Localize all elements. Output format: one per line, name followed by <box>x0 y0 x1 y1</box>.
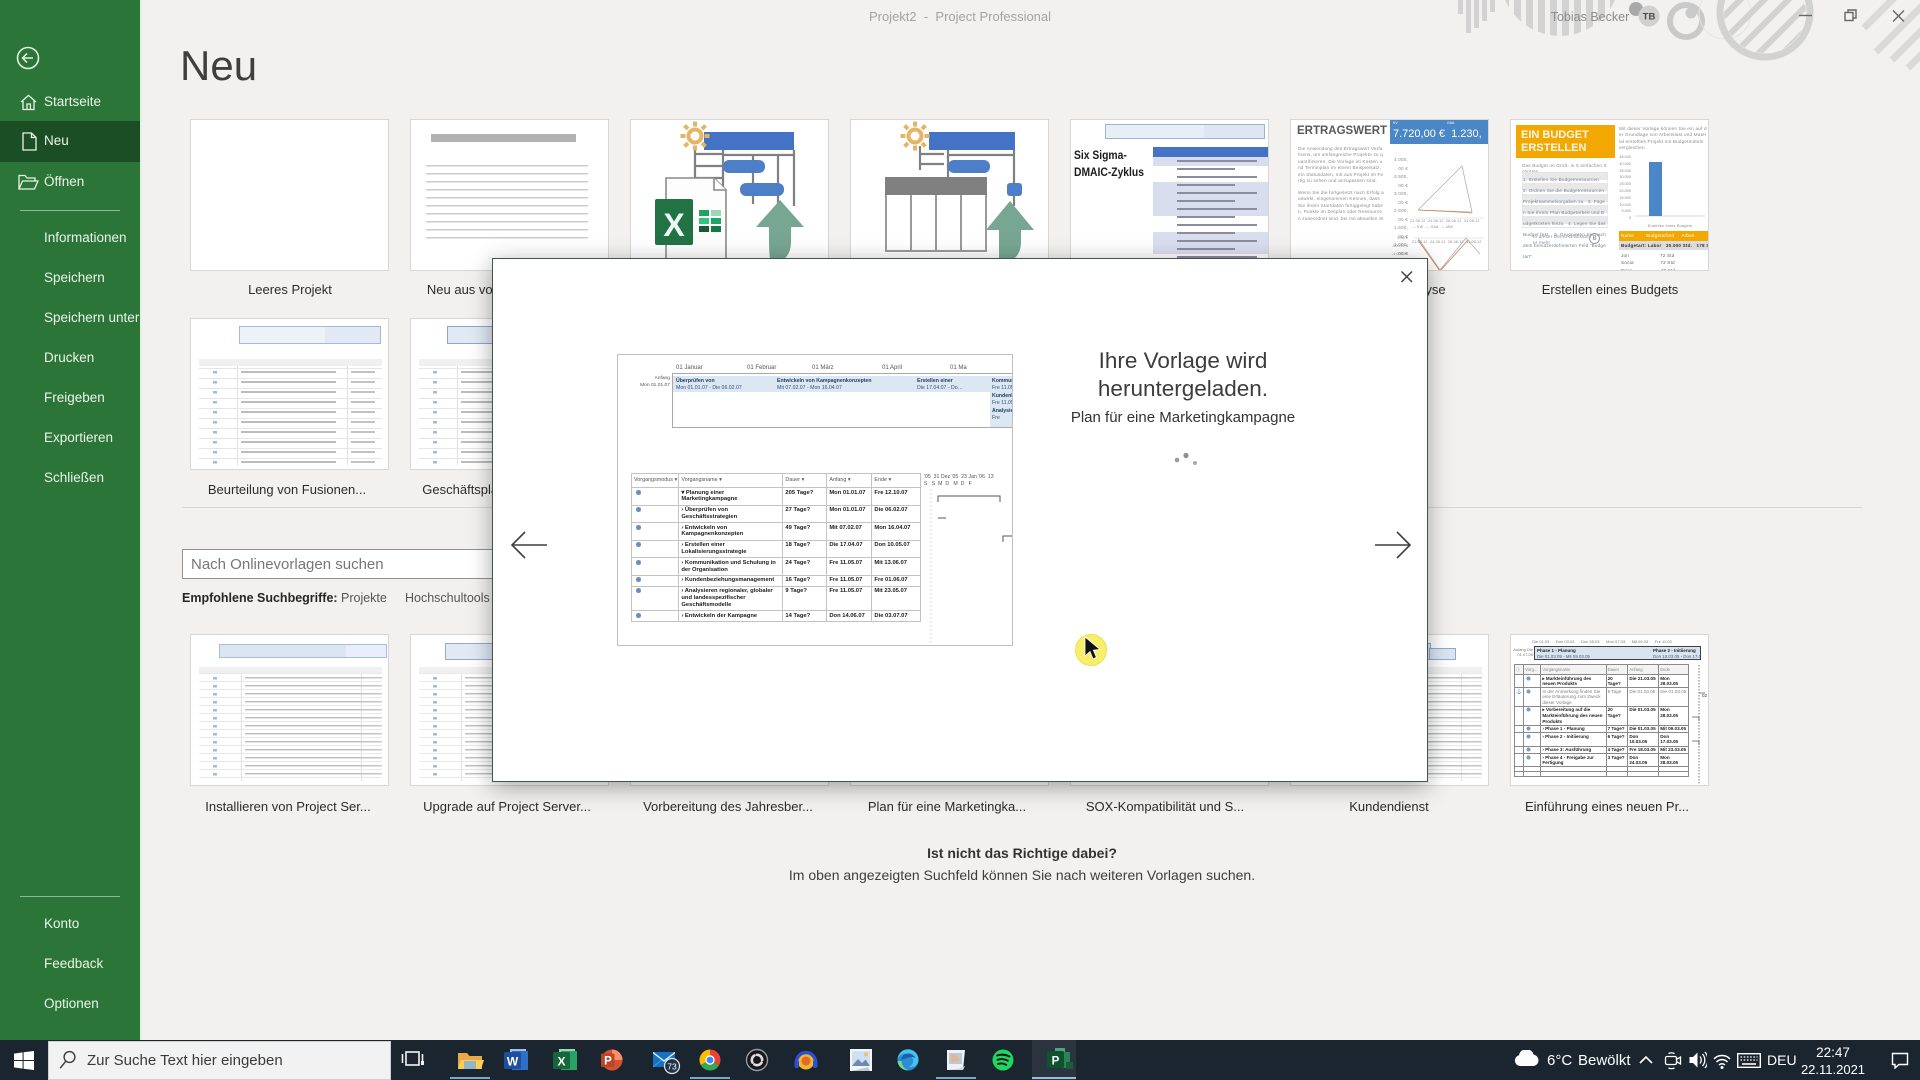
svg-text:02: 02 <box>1702 693 1708 698</box>
svg-text:X: X <box>663 207 685 243</box>
svg-text:P: P <box>1052 1056 1060 1068</box>
svg-text:P: P <box>604 1056 612 1068</box>
svg-text:73: 73 <box>667 1062 677 1072</box>
svg-text:W: W <box>507 1055 519 1069</box>
svg-text:TB: TB <box>1643 12 1656 23</box>
svg-text:X: X <box>557 1055 565 1069</box>
